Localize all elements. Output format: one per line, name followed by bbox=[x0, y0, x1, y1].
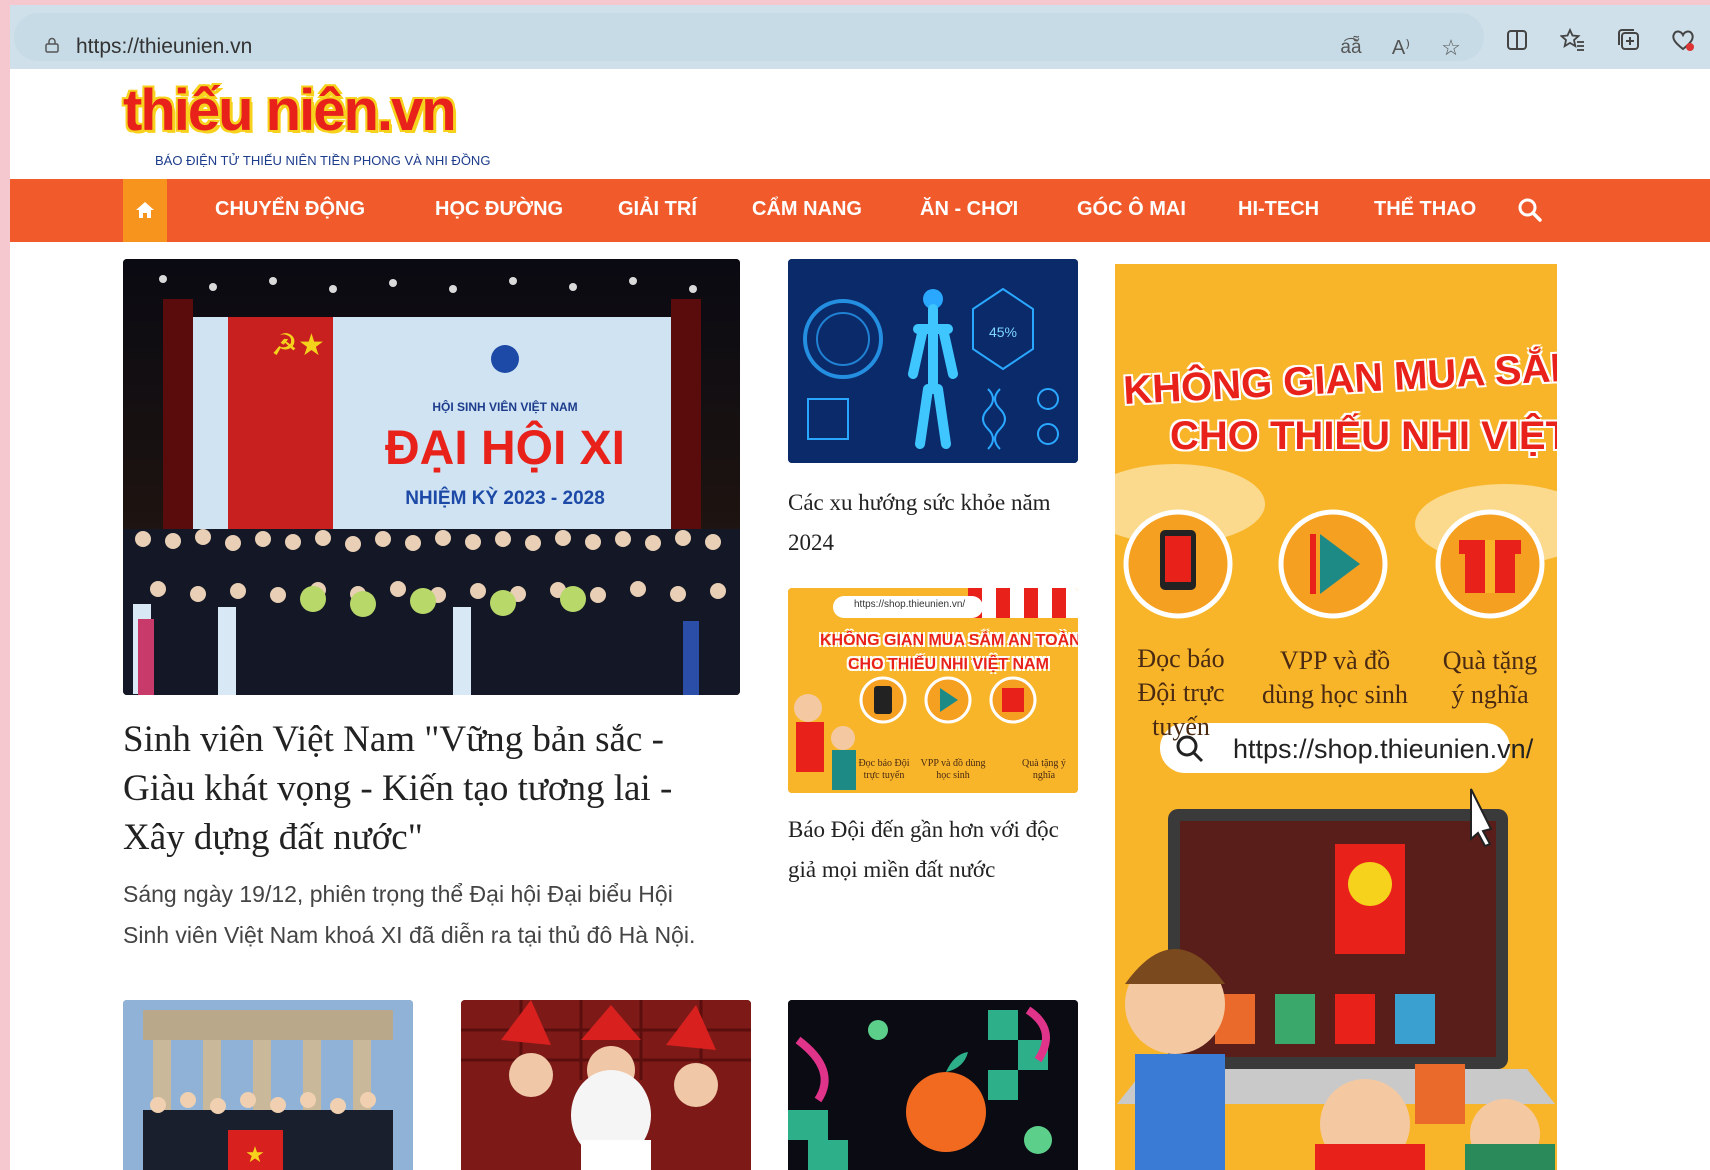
featured-image-caption: HỘI SINH VIÊN VIỆT NAM bbox=[432, 399, 577, 414]
featured-photo: ☭ ★ HỘI SINH VIÊN VIỆT NAM ĐẠI HỘI XI NH… bbox=[123, 259, 740, 695]
split-screen-icon[interactable] bbox=[1504, 27, 1530, 53]
featured-headline[interactable]: Sinh viên Việt Nam "Vững bản sắc - Giàu … bbox=[123, 715, 723, 862]
read-aloud-icon[interactable]: A⁾ bbox=[1388, 35, 1414, 61]
nav-item-the-thao[interactable]: THỂ THAO bbox=[1374, 198, 1476, 221]
article-thumb-santa[interactable] bbox=[461, 1000, 751, 1170]
nav-item-hoc-duong[interactable]: HỌC ĐƯỜNG bbox=[435, 198, 563, 221]
article-title-shop[interactable]: Báo Đội đến gần hơn với độc giả mọi miền… bbox=[788, 810, 1088, 890]
shop-thumb-line2: CHO THIẾU NHI VIỆT NAM bbox=[848, 656, 1049, 673]
shop-thumb-label-1: Đọc báo Đội trực tuyến bbox=[858, 758, 910, 781]
nav-item-giai-tri[interactable]: GIẢI TRÍ bbox=[618, 198, 697, 221]
shop-thumb-url: https://shop.thieunien.vn/ bbox=[854, 599, 966, 610]
ad-search-url: https://shop.thieunien.vn/ bbox=[1233, 734, 1534, 764]
featured-lead: Sáng ngày 19/12, phiên trọng thể Đại hội… bbox=[123, 881, 696, 948]
lock-icon[interactable] bbox=[44, 37, 60, 53]
article-thumb-health[interactable]: 45% bbox=[788, 259, 1078, 463]
featured-image-banner: ĐẠI HỘI XI bbox=[385, 420, 625, 475]
shop-thumb-label-2: VPP và đồ dùng học sinh bbox=[920, 758, 986, 781]
health-thumb-image: 45% bbox=[788, 259, 1078, 463]
berlin-thumb-image: ★ bbox=[123, 1000, 413, 1170]
ad-label-1: Đọc báo Đội trực tuyến bbox=[1137, 644, 1225, 741]
nav-item-chuyen-dong[interactable]: CHUYỂN ĐỘNG bbox=[215, 198, 365, 221]
svg-text:☭: ☭ bbox=[271, 328, 298, 363]
site-logo[interactable]: thiếu niên.vn BÁO ĐIỆN TỬ THIẾU NIÊN TIỀ… bbox=[123, 77, 490, 177]
search-icon[interactable] bbox=[1517, 197, 1543, 223]
collections-icon[interactable] bbox=[1616, 27, 1642, 53]
url-text[interactable]: https://thieunien.vn bbox=[76, 35, 252, 59]
svg-text:45%: 45% bbox=[989, 324, 1017, 340]
home-icon bbox=[136, 202, 154, 218]
article-thumb-apple[interactable] bbox=[788, 1000, 1078, 1170]
shop-thumb-line1: KHÔNG GIAN MUA SẮM AN TOÀN bbox=[820, 632, 1078, 649]
santa-thumb-image bbox=[461, 1000, 751, 1170]
translate-icon[interactable]: a͡ẵ bbox=[1338, 35, 1364, 61]
article-thumb-shop[interactable]: https://shop.thieunien.vn/ KHÔNG GIAN MU… bbox=[788, 588, 1078, 793]
ad-label-2: VPP và đồ dùng học sinh bbox=[1262, 646, 1408, 709]
favorite-star-icon[interactable]: ☆ bbox=[1438, 35, 1464, 61]
logo-tagline: BÁO ĐIỆN TỬ THIẾU NIÊN TIỀN PHONG VÀ NHI… bbox=[155, 153, 491, 168]
shop-thumb-label-3: Quà tặng ý nghĩa bbox=[1022, 758, 1066, 781]
favorites-icon[interactable] bbox=[1560, 27, 1586, 53]
logo-text: thiếu niên.vn bbox=[123, 78, 457, 143]
main-nav: CHUYỂN ĐỘNG HỌC ĐƯỜNG GIẢI TRÍ CẨM NANG … bbox=[10, 179, 1710, 242]
nav-item-an-choi[interactable]: ĂN - CHƠI bbox=[920, 198, 1018, 221]
apple-thumb-image bbox=[788, 1000, 1078, 1170]
svg-text:★: ★ bbox=[298, 328, 325, 363]
nav-home-button[interactable] bbox=[123, 179, 167, 242]
address-bar[interactable]: https://thieunien.vn a͡ẵ A⁾ ☆ bbox=[14, 13, 1484, 61]
featured-image-term: NHIỆM KỲ 2023 - 2028 bbox=[405, 487, 605, 509]
ad-search-icon bbox=[1176, 735, 1204, 763]
nav-item-hi-tech[interactable]: HI-TECH bbox=[1238, 198, 1319, 221]
shop-advertisement[interactable]: KHÔNG GIAN MUA SẮM AN TOÀN CHO THIẾU NHI… bbox=[1115, 264, 1557, 1170]
browser-window: https://thieunien.vn a͡ẵ A⁾ ☆ thiếu niên… bbox=[10, 5, 1710, 1170]
nav-item-goc-o-mai[interactable]: GÓC Ô MAI bbox=[1077, 198, 1186, 221]
article-thumb-berlin[interactable]: ★ bbox=[123, 1000, 413, 1170]
ad-headline-2: CHO THIẾU NHI VIỆT NAM bbox=[1170, 414, 1557, 458]
browser-essentials-icon[interactable] bbox=[1670, 27, 1696, 53]
svg-text:★: ★ bbox=[245, 1143, 265, 1168]
nav-item-cam-nang[interactable]: CẨM NANG bbox=[752, 198, 862, 221]
featured-image[interactable]: ☭ ★ HỘI SINH VIÊN VIỆT NAM ĐẠI HỘI XI NH… bbox=[123, 259, 740, 695]
ad-label-3: Quà tặng ý nghĩa bbox=[1442, 646, 1538, 709]
article-title-health[interactable]: Các xu hướng sức khỏe năm 2024 bbox=[788, 483, 1088, 563]
browser-toolbar: https://thieunien.vn a͡ẵ A⁾ ☆ bbox=[10, 5, 1710, 69]
